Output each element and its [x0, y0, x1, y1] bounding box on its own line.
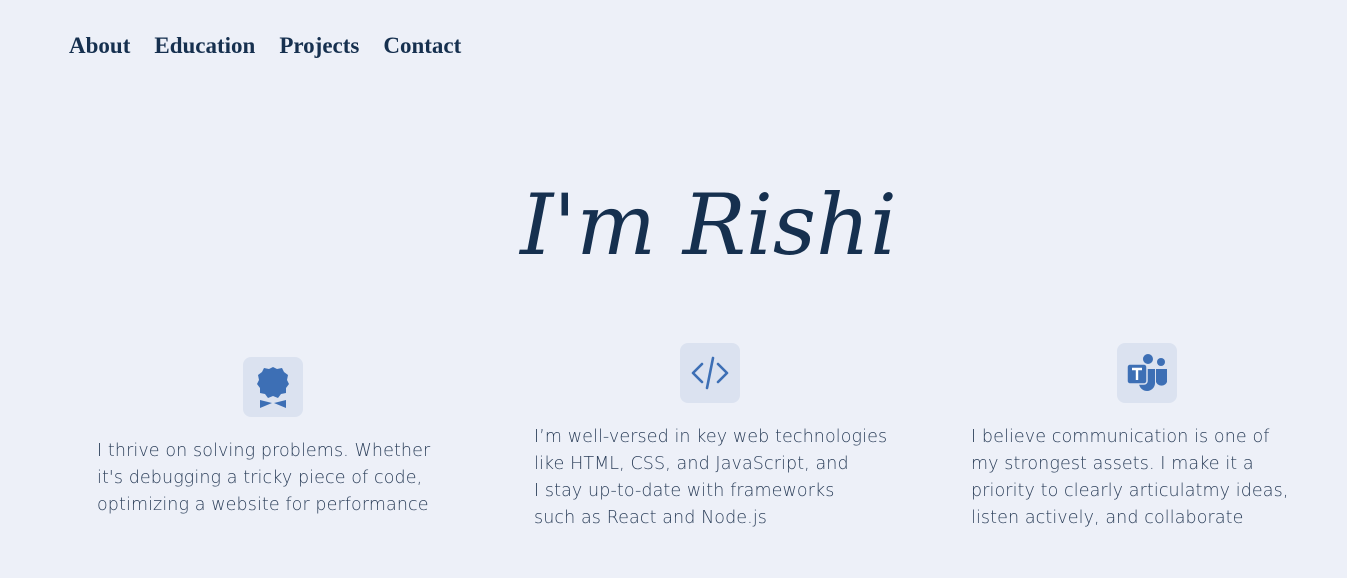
nav-projects-link[interactable]: Projects — [279, 30, 359, 62]
teams-icon-svg — [1126, 354, 1167, 391]
nav-contact-link[interactable]: Contact — [383, 30, 461, 62]
feature-card-web-technologies: I’m well-versed in key web technologies … — [534, 343, 894, 532]
feature-line: optimizing a website for performance — [97, 495, 429, 515]
feature-line: I’m well-versed in key web technologies — [534, 427, 888, 447]
feature-line: listen actively, and collaborate — [971, 508, 1244, 528]
feature-description: I thrive on solving problems. Whether it… — [97, 438, 457, 519]
teams-icon — [1117, 343, 1177, 403]
feature-card-problem-solving: I thrive on solving problems. Whether it… — [97, 357, 457, 519]
feature-description: I believe communication is one of my str… — [971, 424, 1331, 532]
feature-card-communication: I believe communication is one of my str… — [971, 343, 1331, 532]
award-badge-icon-svg — [257, 367, 289, 408]
nav-about-link[interactable]: About — [69, 30, 130, 62]
feature-line: it's debugging a tricky piece of code, — [97, 468, 423, 488]
code-icon — [680, 343, 740, 403]
feature-line: I thrive on solving problems. Whether — [97, 441, 431, 461]
top-nav: About Education Projects Contact — [69, 30, 461, 62]
feature-description: I’m well-versed in key web technologies … — [534, 424, 894, 532]
feature-line: such as React and Node.js — [534, 508, 767, 528]
code-icon-svg — [691, 356, 729, 390]
feature-line: like HTML, CSS, and JavaScript, and — [534, 454, 849, 474]
feature-line: my strongest assets. I make it a — [971, 454, 1254, 474]
feature-line: I stay up-to-date with frameworks — [534, 481, 835, 501]
feature-line: priority to clearly articulatmy ideas, — [971, 481, 1289, 501]
award-badge-icon — [243, 357, 303, 417]
hero-title: I'm Rishi — [520, 176, 897, 274]
feature-line: I believe communication is one of — [971, 427, 1270, 447]
nav-education-link[interactable]: Education — [154, 30, 255, 62]
